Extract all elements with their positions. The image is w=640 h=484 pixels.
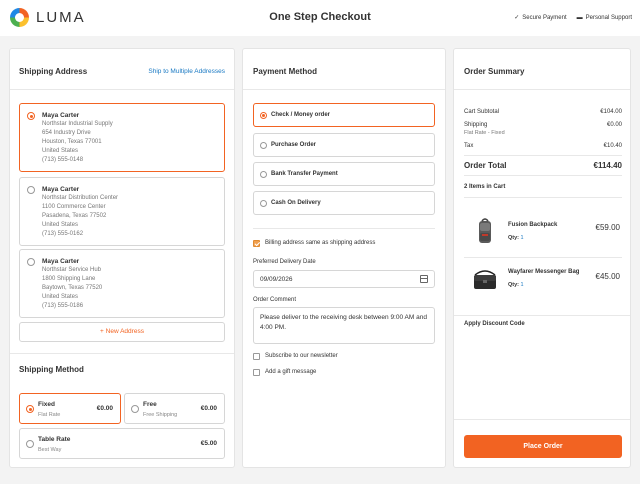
place-order-button[interactable]: Place Order — [464, 435, 622, 458]
personal-support-note: ▬ Personal Support — [576, 14, 632, 21]
payment-option-purchase-order[interactable]: Purchase Order — [253, 133, 435, 157]
cart-item-name: Wayfarer Messenger Bag — [508, 269, 580, 275]
address-card[interactable]: Maya Carter Northstar Distribution Cente… — [19, 177, 225, 246]
divider — [464, 197, 622, 198]
cart-item-name: Fusion Backpack — [508, 222, 558, 228]
newsletter-checkbox[interactable] — [253, 353, 260, 360]
payment-method-title: Payment Method — [253, 67, 318, 76]
order-summary-title: Order Summary — [464, 67, 525, 76]
payment-radio[interactable] — [260, 171, 267, 178]
check-icon: ✓ — [514, 15, 520, 21]
order-summary-panel: Order Summary Cart Subtotal €104.00 Ship… — [453, 48, 631, 468]
payment-radio[interactable] — [260, 112, 267, 119]
payment-radio[interactable] — [260, 200, 267, 207]
calendar-icon[interactable] — [420, 275, 428, 283]
address-radio[interactable] — [27, 112, 35, 120]
shipping-radio[interactable] — [26, 405, 34, 413]
order-comment-textarea[interactable]: Please deliver to the receiving desk bet… — [253, 307, 435, 344]
gift-message-checkbox[interactable] — [253, 369, 260, 376]
divider — [243, 89, 445, 90]
apply-discount-toggle[interactable]: Apply Discount Code — [464, 321, 622, 327]
backpack-image — [470, 217, 500, 247]
ship-multiple-link[interactable]: Ship to Multiple Addresses — [148, 68, 225, 75]
chat-icon: ▬ — [576, 14, 583, 21]
divider — [10, 89, 234, 90]
new-address-button[interactable]: + New Address — [19, 322, 225, 342]
shipping-method-note: Flat Rate - Fixed — [464, 130, 505, 136]
payment-option-bank-transfer[interactable]: Bank Transfer Payment — [253, 162, 435, 186]
shipping-option-table-rate[interactable]: Table Rate Best Way €5.00 — [19, 428, 225, 459]
payment-radio[interactable] — [260, 142, 267, 149]
secure-payment-note: ✓ Secure Payment — [514, 14, 567, 22]
order-total-row: Order Total €114.40 — [464, 161, 622, 170]
shipping-radio[interactable] — [26, 440, 34, 448]
divider — [454, 419, 630, 420]
address-card[interactable]: Maya Carter Northstar Industrial Supply … — [19, 103, 225, 172]
gift-message-label: Add a gift message — [265, 369, 317, 375]
subtotal-row: Cart Subtotal €104.00 — [464, 109, 622, 115]
divider — [464, 257, 622, 258]
payment-panel: Payment Method Check / Money order Purch… — [242, 48, 446, 468]
order-comment-label: Order Comment — [253, 297, 297, 303]
tax-row: Tax €10.40 — [464, 143, 622, 149]
messenger-bag-image — [470, 265, 500, 295]
payment-option-check[interactable]: Check / Money order — [253, 103, 435, 127]
cart-item-price: €59.00 — [595, 223, 620, 232]
shipping-radio[interactable] — [131, 405, 139, 413]
cart-item-qty: Qty: 1 — [508, 282, 524, 288]
divider — [464, 155, 622, 156]
shipping-option-free[interactable]: Free Free Shipping €0.00 — [124, 393, 225, 424]
delivery-date-input[interactable]: 09/09/2026 — [253, 270, 435, 288]
divider — [454, 89, 630, 90]
shipping-address-title: Shipping Address — [19, 67, 88, 76]
billing-same-label: Billing address same as shipping address — [265, 240, 376, 246]
divider — [10, 353, 234, 354]
address-radio[interactable] — [27, 186, 35, 194]
divider — [253, 228, 435, 229]
billing-same-checkbox[interactable] — [253, 240, 260, 247]
newsletter-label: Subscribe to our newsletter — [265, 353, 338, 359]
payment-option-cod[interactable]: Cash On Delivery — [253, 191, 435, 215]
shipping-option-fixed[interactable]: Fixed Flat Rate €0.00 — [19, 393, 121, 424]
divider — [464, 175, 622, 176]
delivery-date-label: Preferred Delivery Date — [253, 259, 316, 265]
items-count: 2 Items in Cart — [464, 184, 506, 190]
page-header: LUMA One Step Checkout ✓ Secure Payment … — [0, 0, 640, 36]
shipping-panel: Shipping Address Ship to Multiple Addres… — [9, 48, 235, 468]
address-card[interactable]: Maya Carter Northstar Service Hub 1800 S… — [19, 249, 225, 318]
divider — [454, 315, 630, 316]
cart-item-qty: Qty: 1 — [508, 235, 524, 241]
shipping-row: Shipping €0.00 — [464, 122, 622, 128]
cart-item-price: €45.00 — [595, 272, 620, 281]
address-radio[interactable] — [27, 258, 35, 266]
shipping-method-title: Shipping Method — [19, 365, 84, 374]
